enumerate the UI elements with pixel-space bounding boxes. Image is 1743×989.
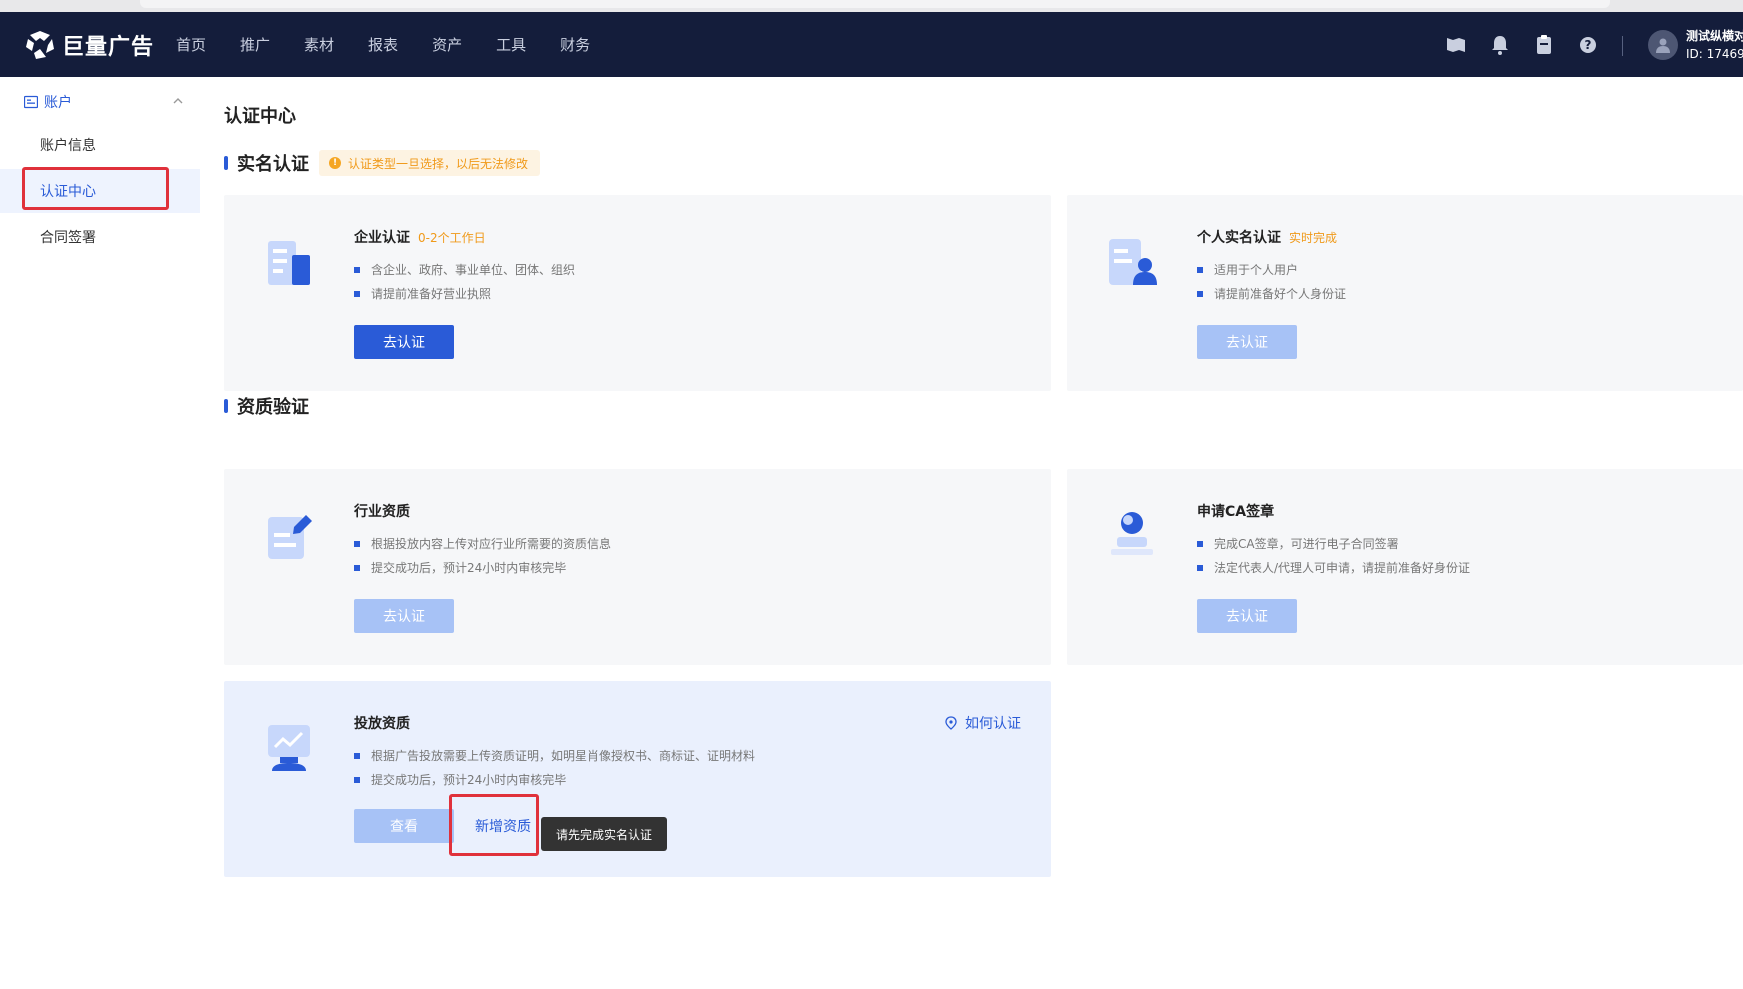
user-icon bbox=[1656, 38, 1670, 53]
section-title-qualification: 资质验证 bbox=[224, 394, 309, 418]
card-bullets: 含企业、政府、事业单位、团体、组织 请提前准备好营业执照 bbox=[354, 258, 575, 306]
section-title-text: 资质验证 bbox=[237, 397, 309, 418]
header-actions: ? bbox=[1445, 12, 1621, 77]
card-bullets: 根据投放内容上传对应行业所需要的资质信息 提交成功后，预计24小时内审核完毕 bbox=[354, 532, 611, 580]
how-to-certify-link[interactable]: 如何认证 bbox=[944, 713, 1021, 733]
personal-certify-button[interactable]: 去认证 bbox=[1197, 325, 1297, 359]
enterprise-certify-button[interactable]: 去认证 bbox=[354, 325, 454, 359]
avatar[interactable] bbox=[1648, 30, 1678, 60]
main-content: 认证中心 实名认证 ! 认证类型一旦选择，以后无法修改 企业认证 0-2个工作日… bbox=[224, 77, 1743, 989]
sidebar-item-certification-center[interactable]: 认证中心 bbox=[0, 169, 200, 213]
card-title-text: 行业资质 bbox=[354, 504, 410, 520]
svg-text:?: ? bbox=[1585, 38, 1592, 52]
card-title: 投放资质 bbox=[354, 713, 410, 733]
person-id-icon bbox=[1109, 239, 1157, 285]
nav-item-promotion[interactable]: 推广 bbox=[240, 34, 270, 55]
card-title-text: 企业认证 bbox=[354, 230, 410, 246]
card-tag: 0-2个工作日 bbox=[418, 230, 486, 245]
add-qualification-button[interactable]: 新增资质 bbox=[458, 809, 548, 843]
card-ad-qualification: 投放资质 如何认证 根据广告投放需要上传资质证明，如明星肖像授权书、商标证、证明… bbox=[224, 681, 1051, 877]
chart-board-icon bbox=[268, 725, 310, 771]
document-pen-icon bbox=[268, 515, 312, 559]
card-tag: 实时完成 bbox=[1289, 230, 1338, 245]
card-bullets: 适用于个人用户 请提前准备好个人身份证 bbox=[1197, 258, 1346, 306]
main-menu: 首页 推广 素材 报表 资产 工具 财务 bbox=[176, 12, 624, 77]
nav-item-assets[interactable]: 资产 bbox=[432, 34, 462, 55]
section-marker bbox=[224, 399, 228, 413]
notice-text: 认证类型一旦选择，以后无法修改 bbox=[348, 156, 529, 171]
view-qualification-button[interactable]: 查看 bbox=[354, 809, 454, 843]
sidebar-group-label: 账户 bbox=[44, 95, 72, 111]
list-item: 根据投放内容上传对应行业所需要的资质信息 bbox=[354, 532, 611, 556]
card-title: 企业认证 0-2个工作日 bbox=[354, 227, 486, 247]
sidebar-item-label: 认证中心 bbox=[40, 184, 96, 200]
ca-certify-button[interactable]: 去认证 bbox=[1197, 599, 1297, 633]
bell-icon[interactable] bbox=[1489, 34, 1511, 56]
card-title-text: 申请CA签章 bbox=[1197, 504, 1275, 520]
sidebar-item-contract-signing[interactable]: 合同签署 bbox=[0, 215, 200, 259]
nav-item-tools[interactable]: 工具 bbox=[496, 34, 526, 55]
browser-url-bar[interactable] bbox=[140, 0, 1610, 8]
card-personal-certification: 个人实名认证 实时完成 适用于个人用户 请提前准备好个人身份证 去认证 bbox=[1067, 195, 1743, 391]
location-pin-icon bbox=[945, 716, 957, 730]
warning-icon: ! bbox=[329, 157, 341, 169]
list-item: 法定代表人/代理人可申请，请提前准备好身份证 bbox=[1197, 556, 1470, 580]
flag-icon[interactable] bbox=[1445, 34, 1467, 56]
sidebar: 账户 账户信息 认证中心 合同签署 bbox=[0, 77, 200, 989]
sidebar-item-label: 账户信息 bbox=[40, 138, 96, 154]
browser-chrome bbox=[0, 0, 1743, 12]
industry-certify-button[interactable]: 去认证 bbox=[354, 599, 454, 633]
how-to-certify-label: 如何认证 bbox=[965, 716, 1021, 732]
card-title-text: 个人实名认证 bbox=[1197, 230, 1281, 246]
card-title: 行业资质 bbox=[354, 501, 410, 521]
user-name: 测试纵横对 bbox=[1686, 29, 1743, 43]
list-item: 提交成功后，预计24小时内审核完毕 bbox=[354, 768, 755, 792]
list-item: 请提前准备好营业执照 bbox=[354, 282, 575, 306]
header-divider bbox=[1622, 36, 1623, 56]
nav-item-home[interactable]: 首页 bbox=[176, 34, 206, 55]
help-icon[interactable]: ? bbox=[1577, 34, 1599, 56]
list-item: 请提前准备好个人身份证 bbox=[1197, 282, 1346, 306]
top-navigation: 巨量广告 首页 推广 素材 报表 资产 工具 财务 ? 测试纵横对 ID: 17… bbox=[0, 12, 1743, 77]
nav-item-finance[interactable]: 财务 bbox=[560, 34, 590, 55]
building-icon bbox=[268, 241, 310, 285]
notice-banner: ! 认证类型一旦选择，以后无法修改 bbox=[319, 150, 541, 176]
card-title: 个人实名认证 实时完成 bbox=[1197, 227, 1337, 247]
list-item: 根据广告投放需要上传资质证明，如明星肖像授权书、商标证、证明材料 bbox=[354, 744, 755, 768]
account-icon bbox=[24, 95, 38, 109]
tooltip: 请先完成实名认证 bbox=[541, 817, 668, 851]
list-item: 完成CA签章，可进行电子合同签署 bbox=[1197, 532, 1470, 556]
user-id: ID: 17469 bbox=[1686, 47, 1743, 61]
chevron-up-icon[interactable] bbox=[172, 95, 184, 107]
nav-item-assets-material[interactable]: 素材 bbox=[304, 34, 334, 55]
sidebar-item-label: 合同签署 bbox=[40, 230, 96, 246]
section-marker bbox=[224, 156, 228, 170]
card-bullets: 完成CA签章，可进行电子合同签署 法定代表人/代理人可申请，请提前准备好身份证 bbox=[1197, 532, 1470, 580]
brand-logo-icon bbox=[26, 31, 54, 59]
card-enterprise-certification: 企业认证 0-2个工作日 含企业、政府、事业单位、团体、组织 请提前准备好营业执… bbox=[224, 195, 1051, 391]
card-industry-qualification: 行业资质 根据投放内容上传对应行业所需要的资质信息 提交成功后，预计24小时内审… bbox=[224, 469, 1051, 665]
card-title-text: 投放资质 bbox=[354, 716, 410, 732]
stamp-icon bbox=[1111, 512, 1153, 555]
page-title: 认证中心 bbox=[224, 106, 296, 127]
user-info[interactable]: 测试纵横对 ID: 17469 bbox=[1686, 27, 1743, 63]
brand-name: 巨量广告 bbox=[62, 35, 155, 60]
clipboard-icon[interactable] bbox=[1533, 34, 1555, 56]
card-ca-signature: 申请CA签章 完成CA签章，可进行电子合同签署 法定代表人/代理人可申请，请提前… bbox=[1067, 469, 1743, 665]
logo[interactable]: 巨量广告 bbox=[24, 28, 154, 62]
list-item: 提交成功后，预计24小时内审核完毕 bbox=[354, 556, 611, 580]
card-bullets: 根据广告投放需要上传资质证明，如明星肖像授权书、商标证、证明材料 提交成功后，预… bbox=[354, 744, 755, 792]
section-title-text: 实名认证 bbox=[237, 154, 309, 175]
sidebar-item-account-info[interactable]: 账户信息 bbox=[0, 123, 200, 167]
nav-item-reports[interactable]: 报表 bbox=[368, 34, 398, 55]
list-item: 适用于个人用户 bbox=[1197, 258, 1346, 282]
card-title: 申请CA签章 bbox=[1197, 501, 1274, 521]
sidebar-group-account[interactable]: 账户 bbox=[24, 90, 184, 114]
list-item: 含企业、政府、事业单位、团体、组织 bbox=[354, 258, 575, 282]
section-title-realname: 实名认证 ! 认证类型一旦选择，以后无法修改 bbox=[224, 150, 541, 176]
